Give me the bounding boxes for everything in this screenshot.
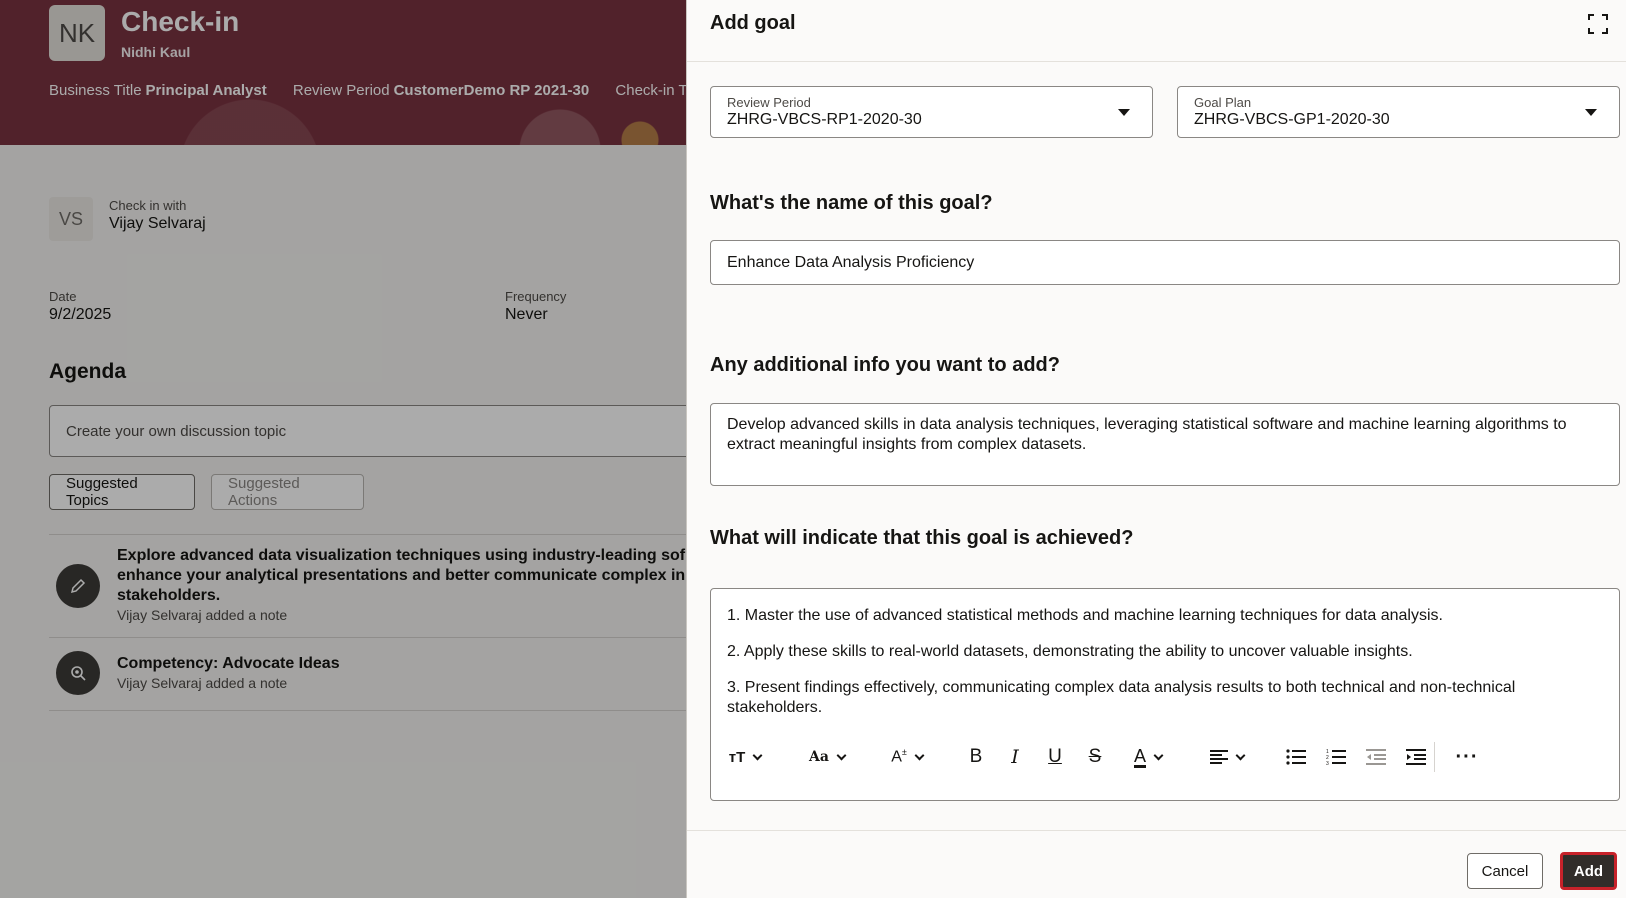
underline-icon[interactable]: U [1041,742,1069,772]
goal-plan-select[interactable]: Goal Plan ZHRG-VBCS-GP1-2020-30 [1177,86,1620,138]
additional-info-line: Develop advanced skills in data analysis… [727,416,1567,433]
review-period-select[interactable]: Review Period ZHRG-VBCS-RP1-2020-30 [710,86,1153,138]
cancel-button[interactable]: Cancel [1467,853,1543,889]
align-icon[interactable] [1203,742,1251,772]
achievement-line: 3. Present findings effectively, communi… [727,679,1516,696]
achievement-line: 1. Master the use of advanced statistica… [727,607,1443,624]
modal-overlay[interactable] [0,0,686,898]
goal-name-value: Enhance Data Analysis Proficiency [727,254,975,271]
additional-info-line: extract meaningful insights from complex… [727,436,1087,453]
more-icon[interactable]: ··· [1452,742,1482,772]
checkin-page: NK Check-in Nidhi Kaul Business Title Pri… [0,0,686,898]
indent-icon[interactable] [1404,742,1428,772]
review-period-select-value: ZHRG-VBCS-RP1-2020-30 [727,111,922,128]
toolbar-divider [1434,742,1435,772]
bullet-list-icon[interactable] [1284,742,1308,772]
goal-name-question: What's the name of this goal? [710,192,993,214]
additional-info-textarea[interactable]: Develop advanced skills in data analysis… [710,403,1620,486]
bold-icon[interactable]: B [962,742,990,772]
goal-plan-select-value: ZHRG-VBCS-GP1-2020-30 [1194,111,1390,128]
divider [687,61,1626,62]
font-size-icon[interactable]: A± [882,742,932,772]
strikethrough-icon[interactable]: S [1081,742,1109,772]
italic-icon[interactable]: I [1001,742,1029,772]
achievement-line: stakeholders. [727,699,823,716]
goal-plan-select-label: Goal Plan [1194,95,1252,110]
additional-info-question: Any additional info you want to add? [710,354,1060,376]
add-button[interactable]: Add [1560,852,1617,890]
drawer-title: Add goal [710,12,796,34]
numbered-list-icon[interactable]: 123 [1324,742,1348,772]
review-period-select-label: Review Period [727,95,811,110]
achievement-question: What will indicate that this goal is ach… [710,527,1134,549]
footer-divider [687,830,1626,831]
achievement-line: 2. Apply these skills to real-world data… [727,643,1413,660]
add-goal-drawer: Add goal Review Period ZHRG-VBCS-RP1-202… [686,0,1626,898]
font-icon[interactable]: Aa [802,742,852,772]
text-size-icon[interactable]: тT [720,742,770,772]
outdent-icon[interactable] [1364,742,1388,772]
text-color-icon[interactable]: A [1125,742,1171,772]
svg-text:3: 3 [1326,761,1329,765]
caret-down-icon [1118,109,1130,116]
expand-icon[interactable] [1586,12,1610,36]
goal-name-input[interactable]: Enhance Data Analysis Proficiency [710,240,1620,285]
caret-down-icon [1585,109,1597,116]
